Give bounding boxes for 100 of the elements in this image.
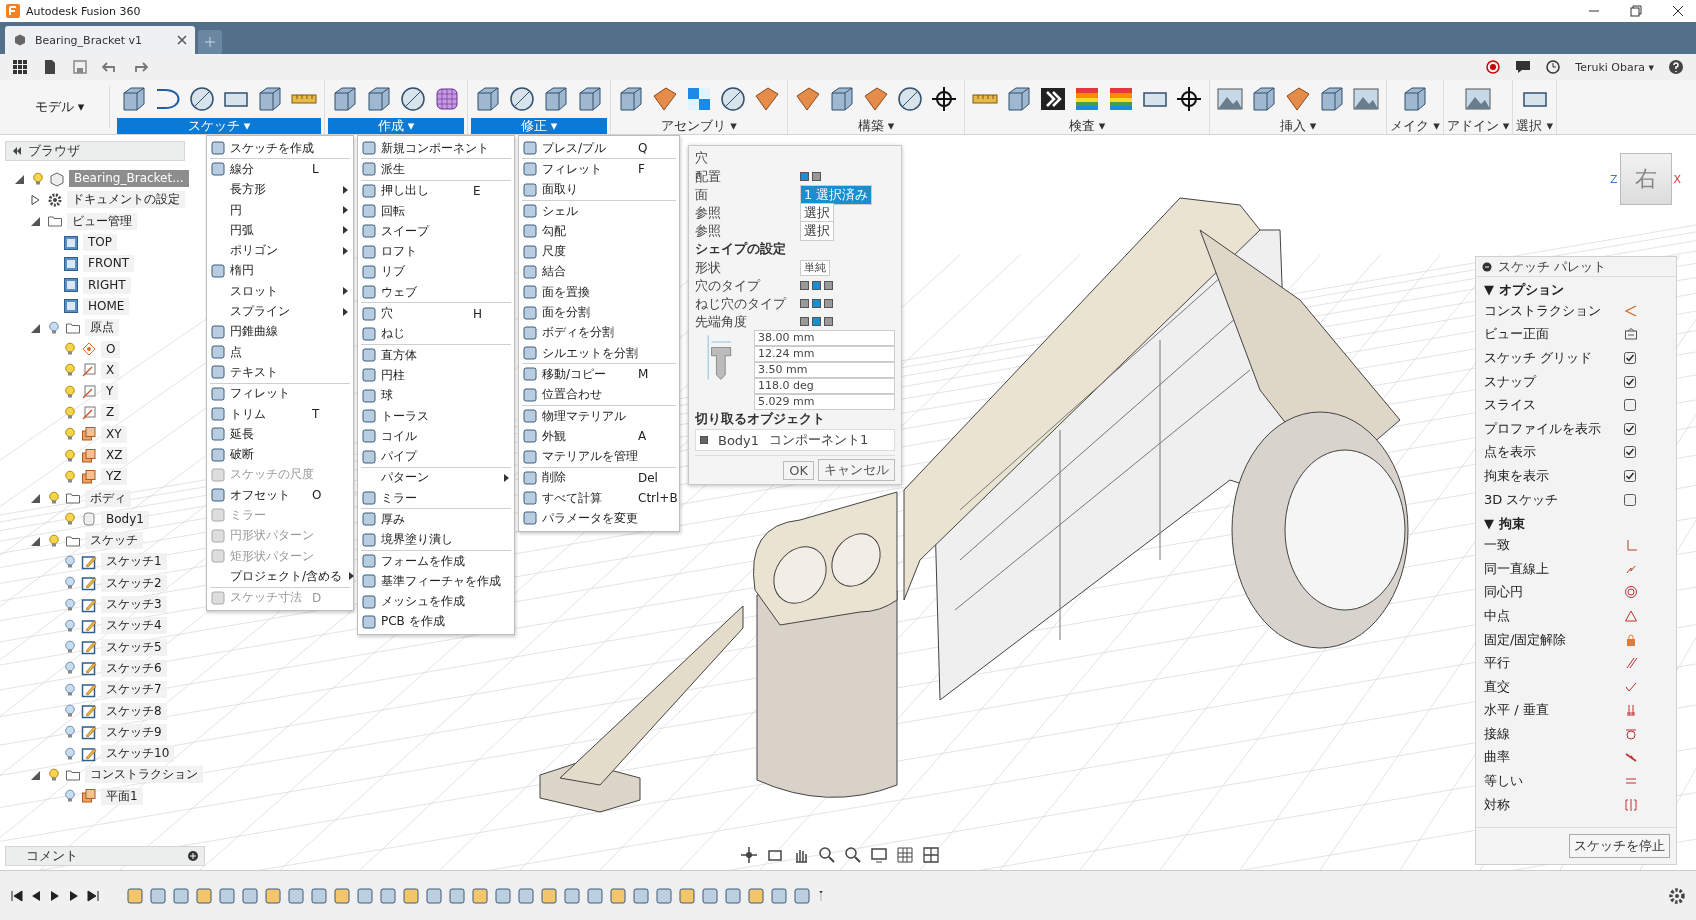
menu-item[interactable]: スイープ: [381, 222, 511, 240]
tree-item[interactable]: スケッチ6: [101, 659, 167, 677]
tree-item[interactable]: ボディ: [85, 489, 131, 507]
undo-icon[interactable]: [102, 59, 118, 75]
timeline-feature-icon[interactable]: [632, 886, 650, 905]
tree-item[interactable]: ビュー管理: [67, 212, 137, 230]
menu-item[interactable]: 削除: [542, 469, 634, 487]
submenu-arrow-icon[interactable]: [340, 184, 350, 195]
constraint-icon[interactable]: [1624, 585, 1638, 600]
submenu-arrow-icon[interactable]: [501, 472, 511, 483]
menu-item[interactable]: シルエットを分割: [542, 344, 676, 362]
lightbulb-icon[interactable]: [63, 640, 77, 655]
submenu-arrow-icon[interactable]: [340, 225, 350, 236]
menu-item[interactable]: 球: [381, 387, 511, 405]
menu-item[interactable]: トリム: [230, 405, 308, 423]
toolbar-group-menu[interactable]: アドイン ▾: [1446, 118, 1510, 134]
checked-box-icon[interactable]: [1624, 422, 1636, 435]
collapse-arrow-icon[interactable]: [29, 215, 41, 228]
zoom-icon[interactable]: [818, 846, 836, 864]
toolbar-group-menu[interactable]: 作成 ▾: [328, 118, 464, 134]
timeline-feature-icon[interactable]: [655, 886, 673, 905]
crosshair-icon[interactable]: [1174, 84, 1204, 114]
menu-item[interactable]: コイル: [381, 427, 511, 445]
section-header[interactable]: ▼ 拘束: [1476, 511, 1676, 534]
menu-item[interactable]: 押し出し: [381, 182, 469, 200]
menu-item[interactable]: 境界塗り潰し: [381, 531, 511, 549]
add-icon[interactable]: [188, 851, 198, 861]
menu-item[interactable]: トーラス: [381, 407, 511, 425]
tree-item[interactable]: スケッチ2: [101, 574, 167, 592]
menu-item[interactable]: フィレット: [542, 160, 634, 178]
collapse-arrow-icon[interactable]: [29, 492, 41, 505]
menu-item[interactable]: リブ: [381, 263, 511, 281]
menu-item[interactable]: 線分: [230, 160, 308, 178]
tree-item[interactable]: YZ: [101, 468, 127, 486]
toolbar-group-menu[interactable]: 修正 ▾: [471, 118, 607, 134]
tree-item[interactable]: スケッチ8: [101, 702, 167, 720]
timeline-feature-icon[interactable]: [379, 886, 397, 905]
tree-item[interactable]: スケッチ1: [101, 553, 167, 571]
dimension-field[interactable]: 12.24 mm: [754, 346, 895, 362]
select-field[interactable]: 選択: [800, 220, 834, 241]
clock-icon[interactable]: [1545, 59, 1562, 75]
constraint-icon[interactable]: [1624, 656, 1638, 671]
menu-item[interactable]: シェル: [542, 202, 676, 220]
lightbulb-icon[interactable]: [47, 491, 61, 506]
tree-item[interactable]: 原点: [85, 319, 119, 337]
lightbulb-icon[interactable]: [63, 746, 77, 761]
lightbulb-icon[interactable]: [63, 555, 77, 569]
settings-icon[interactable]: [1668, 886, 1686, 905]
crosshair-icon[interactable]: [929, 84, 959, 114]
menu-item[interactable]: すべて計算: [542, 489, 634, 507]
timeline-feature-icon[interactable]: [770, 886, 788, 905]
timeline-feature-icon[interactable]: [609, 886, 627, 905]
document-tab[interactable]: Bearing_Bracket v1: [5, 26, 195, 54]
collapse-icon[interactable]: [12, 146, 22, 156]
comment-icon[interactable]: [1515, 59, 1532, 75]
lightbulb-icon[interactable]: [63, 405, 77, 420]
menu-item[interactable]: 移動/コピー: [542, 365, 634, 383]
menu-item[interactable]: 結合: [542, 263, 676, 281]
menu-item[interactable]: パイプ: [381, 448, 511, 466]
menu-item[interactable]: 点: [230, 343, 350, 361]
menu-item[interactable]: 尺度: [542, 243, 676, 261]
tree-item[interactable]: TOP: [83, 234, 117, 252]
lightbulb-icon[interactable]: [47, 767, 61, 782]
restore-icon[interactable]: [1630, 5, 1642, 17]
timeline-feature-icon[interactable]: [310, 886, 328, 905]
unchecked-box-icon[interactable]: [1624, 493, 1636, 506]
menu-item[interactable]: 回転: [381, 202, 511, 220]
menu-item[interactable]: 面を置換: [542, 283, 676, 301]
menu-item[interactable]: 外観: [542, 427, 634, 445]
dialog-button[interactable]: OK: [783, 460, 814, 480]
menu-item[interactable]: ロフト: [381, 243, 511, 261]
tree-item[interactable]: O: [101, 340, 121, 358]
menu-item[interactable]: 円弧: [230, 221, 336, 239]
close-icon[interactable]: [1672, 5, 1684, 17]
timeline-feature-icon[interactable]: [425, 886, 443, 905]
record-icon[interactable]: [1485, 59, 1502, 75]
circle-icon[interactable]: [718, 84, 748, 114]
tree-item[interactable]: スケッチ3: [101, 596, 167, 614]
menu-item[interactable]: テキスト: [230, 363, 350, 381]
circle-icon[interactable]: [895, 84, 925, 114]
menu-item[interactable]: 穴: [381, 305, 469, 322]
stop-sketch-button[interactable]: スケッチを停止: [1569, 834, 1670, 858]
timeline-feature-icon[interactable]: [563, 886, 581, 905]
timeline-feature-icon[interactable]: [793, 886, 811, 905]
tree-item[interactable]: Body1: [101, 510, 149, 528]
toolbar-group-menu[interactable]: アセンブリ ▾: [614, 118, 784, 134]
dialog-button[interactable]: キャンセル: [818, 459, 895, 481]
dimension-field[interactable]: 38.00 mm: [754, 330, 895, 346]
menu-item[interactable]: 円錐曲線: [230, 323, 350, 341]
menu-item[interactable]: スロット: [230, 282, 336, 300]
lightbulb-icon[interactable]: [63, 363, 77, 378]
menu-item[interactable]: マテリアルを管理: [542, 448, 676, 466]
expand-arrow-icon[interactable]: [29, 193, 41, 206]
menu-item[interactable]: 長方形: [230, 181, 336, 199]
lightbulb-icon[interactable]: [63, 725, 77, 740]
dimension-field[interactable]: 3.50 mm: [754, 362, 895, 378]
timeline-feature-icon[interactable]: [747, 886, 765, 905]
menu-item[interactable]: スプライン: [230, 303, 336, 320]
menu-item[interactable]: 物理マテリアル: [542, 407, 676, 425]
menu-item[interactable]: 延長: [230, 425, 350, 443]
